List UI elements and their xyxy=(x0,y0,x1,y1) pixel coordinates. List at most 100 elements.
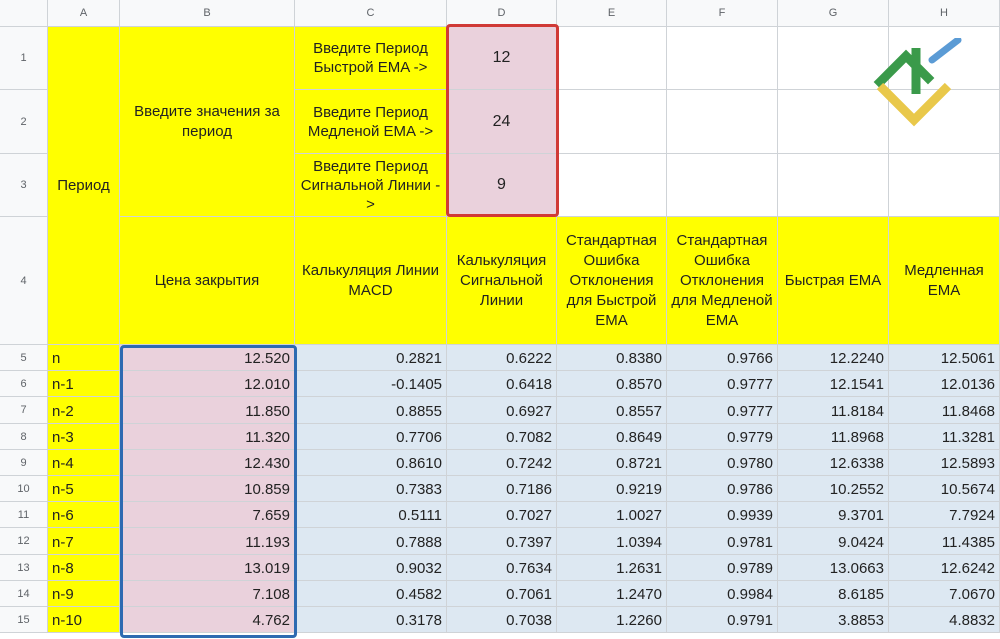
slow-ema-prompt[interactable]: Введите Период Медленой EMA -> xyxy=(295,90,447,154)
stderr-slow-cell[interactable]: 0.9781 xyxy=(667,528,778,555)
empty-cell[interactable] xyxy=(667,154,778,217)
empty-cell[interactable] xyxy=(667,90,778,154)
column-header-d[interactable]: D xyxy=(447,0,557,27)
column-header-e[interactable]: E xyxy=(557,0,667,27)
stderr-fast-cell[interactable]: 1.2470 xyxy=(557,581,667,607)
slow-ema-cell[interactable]: 4.8832 xyxy=(889,607,1000,633)
stderr-slow-cell[interactable]: 0.9777 xyxy=(667,397,778,424)
row-header-7[interactable]: 7 xyxy=(0,397,48,424)
stderr-fast-header[interactable]: Стандартная Ошибка Отклонения для Быстро… xyxy=(557,217,667,345)
fast-ema-cell[interactable]: 9.3701 xyxy=(778,502,889,528)
stderr-slow-cell[interactable]: 0.9791 xyxy=(667,607,778,633)
row-header-13[interactable]: 13 xyxy=(0,555,48,581)
row-header-6[interactable]: 6 xyxy=(0,371,48,397)
signal-cell[interactable]: 0.7082 xyxy=(447,424,557,450)
macd-cell[interactable]: 0.7706 xyxy=(295,424,447,450)
column-header-a[interactable]: A xyxy=(48,0,120,27)
row-label[interactable]: n-9 xyxy=(48,581,120,607)
fast-ema-cell[interactable]: 10.2552 xyxy=(778,476,889,502)
slow-ema-cell[interactable]: 12.6242 xyxy=(889,555,1000,581)
stderr-fast-cell[interactable]: 0.8557 xyxy=(557,397,667,424)
row-label[interactable]: n-7 xyxy=(48,528,120,555)
signal-cell[interactable]: 0.6418 xyxy=(447,371,557,397)
fast-ema-cell[interactable]: 3.8853 xyxy=(778,607,889,633)
column-header-h[interactable]: H xyxy=(889,0,1000,27)
row-header-9[interactable]: 9 xyxy=(0,450,48,476)
fast-ema-cell[interactable]: 11.8184 xyxy=(778,397,889,424)
stderr-slow-cell[interactable]: 0.9984 xyxy=(667,581,778,607)
fast-ema-prompt[interactable]: Введите Период Быстрой EMA -> xyxy=(295,27,447,90)
row-header-12[interactable]: 12 xyxy=(0,528,48,555)
row-header-2[interactable]: 2 xyxy=(0,90,48,154)
signal-cell[interactable]: 0.7027 xyxy=(447,502,557,528)
row-header-15[interactable]: 15 xyxy=(0,607,48,633)
macd-cell[interactable]: 0.7888 xyxy=(295,528,447,555)
stderr-slow-cell[interactable]: 0.9786 xyxy=(667,476,778,502)
close-price-header[interactable]: Цена закрытия xyxy=(120,217,295,345)
row-header-11[interactable]: 11 xyxy=(0,502,48,528)
macd-cell[interactable]: -0.1405 xyxy=(295,371,447,397)
row-label[interactable]: n-8 xyxy=(48,555,120,581)
signal-cell[interactable]: 0.6222 xyxy=(447,345,557,371)
signal-cell[interactable]: 0.7242 xyxy=(447,450,557,476)
stderr-fast-cell[interactable]: 1.0394 xyxy=(557,528,667,555)
fast-ema-cell[interactable]: 12.2240 xyxy=(778,345,889,371)
macd-cell[interactable]: 0.7383 xyxy=(295,476,447,502)
slow-ema-cell[interactable]: 12.0136 xyxy=(889,371,1000,397)
stderr-fast-cell[interactable]: 0.8570 xyxy=(557,371,667,397)
empty-cell[interactable] xyxy=(778,154,889,217)
macd-cell[interactable]: 0.5111 xyxy=(295,502,447,528)
slow-ema-cell[interactable]: 11.4385 xyxy=(889,528,1000,555)
select-all-corner[interactable] xyxy=(0,0,48,27)
empty-cell[interactable] xyxy=(667,27,778,90)
row-label[interactable]: n-5 xyxy=(48,476,120,502)
column-header-b[interactable]: B xyxy=(120,0,295,27)
signal-cell[interactable]: 0.7634 xyxy=(447,555,557,581)
row-label[interactable]: n-10 xyxy=(48,607,120,633)
enter-values-label[interactable]: Введите значения за период xyxy=(120,27,295,217)
fast-ema-cell[interactable]: 11.8968 xyxy=(778,424,889,450)
empty-cell[interactable] xyxy=(557,90,667,154)
row-label[interactable]: n-3 xyxy=(48,424,120,450)
column-header-g[interactable]: G xyxy=(778,0,889,27)
column-header-c[interactable]: C xyxy=(295,0,447,27)
stderr-fast-cell[interactable]: 0.9219 xyxy=(557,476,667,502)
macd-header[interactable]: Калькуляция Линии MACD xyxy=(295,217,447,345)
signal-cell[interactable]: 0.7397 xyxy=(447,528,557,555)
stderr-fast-cell[interactable]: 0.8721 xyxy=(557,450,667,476)
slow-ema-cell[interactable]: 7.0670 xyxy=(889,581,1000,607)
macd-cell[interactable]: 0.8610 xyxy=(295,450,447,476)
fast-ema-cell[interactable]: 12.1541 xyxy=(778,371,889,397)
slow-ema-cell[interactable]: 12.5893 xyxy=(889,450,1000,476)
stderr-fast-cell[interactable]: 1.2631 xyxy=(557,555,667,581)
macd-cell[interactable]: 0.8855 xyxy=(295,397,447,424)
stderr-slow-header[interactable]: Стандартная Ошибка Отклонения для Медлен… xyxy=(667,217,778,345)
row-header-5[interactable]: 5 xyxy=(0,345,48,371)
signal-cell[interactable]: 0.7186 xyxy=(447,476,557,502)
signal-cell[interactable]: 0.7061 xyxy=(447,581,557,607)
fast-ema-cell[interactable]: 8.6185 xyxy=(778,581,889,607)
stderr-fast-cell[interactable]: 1.0027 xyxy=(557,502,667,528)
macd-cell[interactable]: 0.3178 xyxy=(295,607,447,633)
empty-cell[interactable] xyxy=(889,154,1000,217)
empty-cell[interactable] xyxy=(557,154,667,217)
slow-ema-cell[interactable]: 11.3281 xyxy=(889,424,1000,450)
macd-cell[interactable]: 0.9032 xyxy=(295,555,447,581)
slow-ema-header[interactable]: Медленная EMA xyxy=(889,217,1000,345)
signal-cell[interactable]: 0.7038 xyxy=(447,607,557,633)
row-header-10[interactable]: 10 xyxy=(0,476,48,502)
row-label[interactable]: n-1 xyxy=(48,371,120,397)
stderr-slow-cell[interactable]: 0.9777 xyxy=(667,371,778,397)
signal-line-header[interactable]: Калькуляция Сигнальной Линии xyxy=(447,217,557,345)
row-header-4[interactable]: 4 xyxy=(0,217,48,345)
row-label[interactable]: n xyxy=(48,345,120,371)
row-header-14[interactable]: 14 xyxy=(0,581,48,607)
stderr-fast-cell[interactable]: 0.8380 xyxy=(557,345,667,371)
fast-ema-cell[interactable]: 13.0663 xyxy=(778,555,889,581)
stderr-fast-cell[interactable]: 0.8649 xyxy=(557,424,667,450)
stderr-slow-cell[interactable]: 0.9939 xyxy=(667,502,778,528)
slow-ema-cell[interactable]: 7.7924 xyxy=(889,502,1000,528)
period-label[interactable]: Период xyxy=(48,27,120,345)
stderr-slow-cell[interactable]: 0.9789 xyxy=(667,555,778,581)
stderr-slow-cell[interactable]: 0.9780 xyxy=(667,450,778,476)
